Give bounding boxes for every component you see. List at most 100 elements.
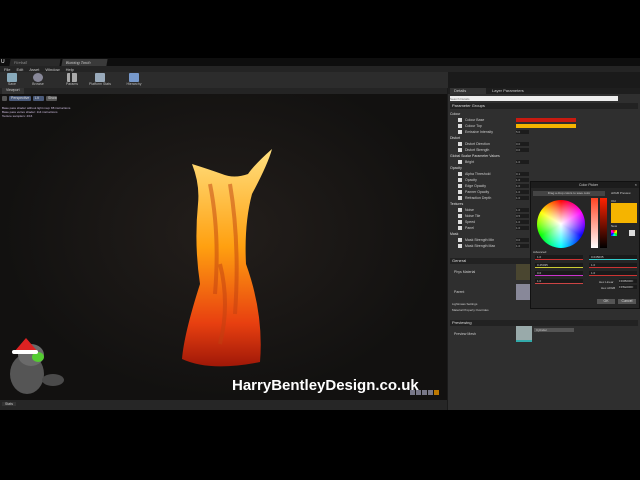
browse-button[interactable]: Browse: [28, 72, 48, 88]
color-value-bar[interactable]: [516, 124, 576, 128]
green-field[interactable]: 0.45035: [535, 263, 583, 268]
platform-stats-label: Platform Stats: [89, 82, 111, 86]
platform-stats-button[interactable]: Platform Stats: [88, 72, 112, 88]
hue-field[interactable]: 0.045035: [589, 255, 637, 260]
color-value-bar[interactable]: [516, 118, 576, 122]
menu-asset[interactable]: Asset: [29, 67, 39, 72]
parameter-groups-header[interactable]: Parameter Groups: [450, 103, 638, 109]
blue-field[interactable]: 0.0: [535, 271, 583, 276]
color-wheel-mode-button[interactable]: [611, 230, 617, 236]
saturation-field[interactable]: 1.0: [589, 263, 637, 268]
parameter-value-field[interactable]: 0.1: [516, 172, 529, 176]
browse-icon: [33, 73, 43, 82]
parameter-label: Colour Top: [465, 124, 482, 128]
preview-plane-button[interactable]: [422, 390, 427, 395]
browse-label: Browse: [32, 82, 44, 86]
alpha-field[interactable]: 1.0: [535, 279, 583, 284]
color-themes-bar[interactable]: Drag a drop colors to save color: [533, 191, 605, 196]
lightmass-settings-expander[interactable]: Lightmass Settings: [452, 302, 477, 306]
hex-linear-field[interactable]: FF0B00FF: [619, 279, 637, 283]
cancel-button[interactable]: Cancel: [618, 299, 636, 304]
parameter-override-checkbox[interactable]: [458, 244, 462, 248]
parameter-override-checkbox[interactable]: [458, 160, 462, 164]
perspective-button[interactable]: Perspective: [9, 96, 31, 101]
parameter-value-field[interactable]: 1.0: [516, 226, 529, 230]
material-property-overrides-expander[interactable]: Material Property Overrides: [452, 308, 489, 312]
hex-srgb-field[interactable]: FF5E00FF: [619, 285, 637, 289]
viewport-options-button[interactable]: [2, 96, 7, 101]
parameter-override-checkbox[interactable]: [458, 220, 462, 224]
parameter-override-checkbox[interactable]: [458, 196, 462, 200]
parameter-value-field[interactable]: 1.0: [516, 160, 529, 164]
parameter-value-field[interactable]: 0.0: [516, 238, 529, 242]
parameter-value-field[interactable]: 1.0: [516, 220, 529, 224]
parameter-override-checkbox[interactable]: [458, 142, 462, 146]
menu-window[interactable]: Window: [45, 67, 59, 72]
parameter-override-checkbox[interactable]: [458, 238, 462, 242]
parameter-value-field[interactable]: 1.0: [516, 196, 529, 200]
parent-label: Parent: [454, 290, 465, 294]
parameter-label: Opacity: [465, 178, 477, 182]
preview-mesh-dropdown[interactable]: Cylinder: [534, 328, 574, 332]
parameter-override-checkbox[interactable]: [458, 214, 462, 218]
saturation-slider[interactable]: [591, 198, 598, 248]
watermark: HarryBentleyDesign.co.uk: [232, 377, 419, 394]
hex-srgb-label: Hex sRGB: [601, 286, 616, 290]
parameter-value-field[interactable]: 5.0: [516, 130, 529, 134]
close-icon[interactable]: ×: [635, 182, 637, 187]
phys-material-label: Phys Material: [454, 270, 476, 274]
new-label: New: [611, 224, 618, 228]
parameter-label: Edge Opacity: [465, 184, 487, 188]
parameter-value-field[interactable]: 1.0: [516, 208, 529, 212]
parameter-override-checkbox[interactable]: [458, 148, 462, 152]
srgb-preview-checkbox[interactable]: sRGB Preview: [611, 191, 631, 195]
parameter-override-checkbox[interactable]: [458, 118, 462, 122]
params-button[interactable]: Params: [62, 72, 82, 88]
parameter-override-checkbox[interactable]: [458, 190, 462, 194]
eyedropper-icon[interactable]: [629, 230, 635, 236]
search-details-input[interactable]: [450, 96, 618, 101]
tab-burning-torch[interactable]: Burning Torch: [61, 59, 108, 66]
ok-button[interactable]: OK: [597, 299, 615, 304]
value-slider[interactable]: [600, 198, 607, 248]
previewing-section-header[interactable]: Previewing: [450, 320, 638, 326]
preview-mesh-button[interactable]: [434, 390, 439, 395]
parameter-override-checkbox[interactable]: [458, 178, 462, 182]
parameter-override-checkbox[interactable]: [458, 208, 462, 212]
tab-details[interactable]: Details: [450, 88, 486, 94]
red-field[interactable]: 1.0: [535, 255, 583, 260]
parameter-value-field[interactable]: 0.5: [516, 214, 529, 218]
parameter-value-field[interactable]: 1.0: [516, 244, 529, 248]
params-label: Params: [65, 82, 79, 86]
tab-layer-parameters[interactable]: Layer Parameters: [488, 88, 524, 93]
advanced-expander[interactable]: Advanced: [533, 250, 546, 254]
parameter-override-checkbox[interactable]: [458, 130, 462, 134]
parameter-override-checkbox[interactable]: [458, 226, 462, 230]
parameter-label: Distort Strength: [465, 148, 490, 152]
parameter-label: Bright: [465, 160, 475, 164]
parameter-override-checkbox[interactable]: [458, 172, 462, 176]
lit-button[interactable]: Lit: [33, 96, 44, 101]
parameter-value-field[interactable]: 0.0: [516, 142, 529, 146]
parameter-override-checkbox[interactable]: [458, 184, 462, 188]
tab-fireball[interactable]: Fireball: [9, 59, 61, 66]
parameter-value-field[interactable]: 0.0: [516, 148, 529, 152]
parameter-value-field[interactable]: 1.0: [516, 178, 529, 182]
value-field[interactable]: 1.0: [589, 271, 637, 276]
parameter-value-field[interactable]: 1.0: [516, 184, 529, 188]
color-wheel[interactable]: [537, 200, 585, 248]
parameter-override-checkbox[interactable]: [458, 124, 462, 128]
stats-tab[interactable]: Stats: [2, 402, 16, 406]
preview-cube-button[interactable]: [428, 390, 433, 395]
menu-help[interactable]: Help: [66, 67, 74, 72]
menu-edit[interactable]: Edit: [16, 67, 23, 72]
parameter-value-field[interactable]: 1.0: [516, 190, 529, 194]
hierarchy-button[interactable]: Hierarchy: [124, 72, 144, 88]
save-button[interactable]: Save: [2, 72, 22, 88]
viewport[interactable]: Perspective Lit Show Base pass shader wi…: [0, 94, 447, 400]
menu-file[interactable]: File: [4, 67, 10, 72]
color-swatch: [611, 203, 637, 223]
hierarchy-label: Hierarchy: [126, 82, 142, 86]
parameter-label: Panner Opacity: [465, 190, 490, 194]
show-button[interactable]: Show: [46, 96, 57, 101]
